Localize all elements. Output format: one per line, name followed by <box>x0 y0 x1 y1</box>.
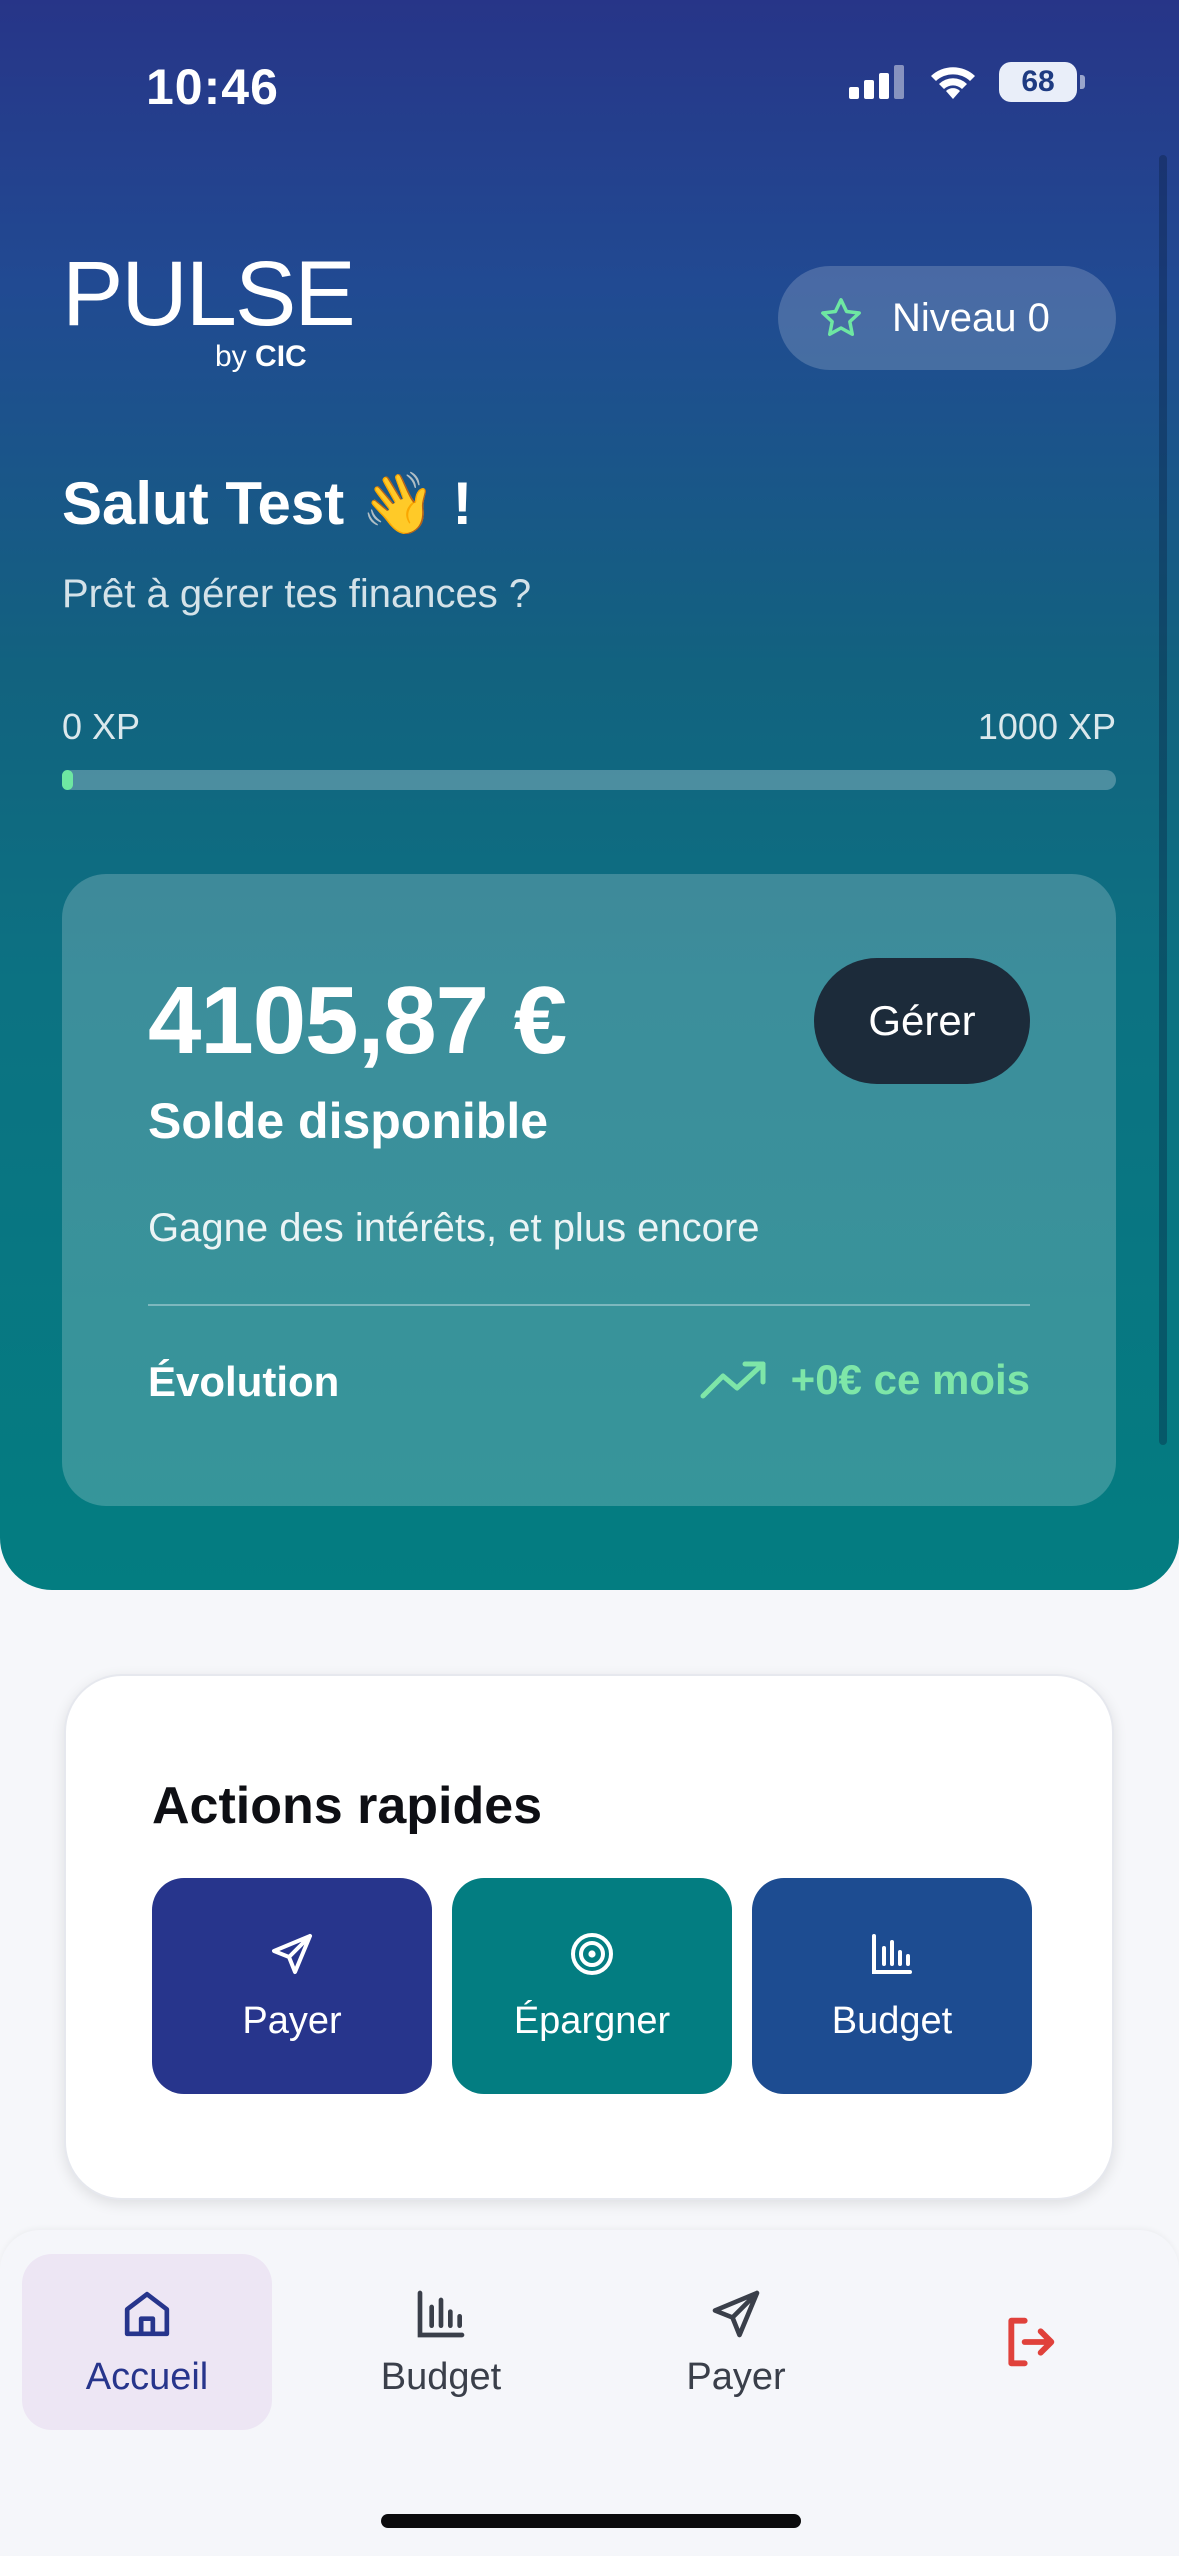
status-icons: 68 <box>849 62 1085 102</box>
evolution-amount: +0€ ce mois <box>790 1356 1030 1403</box>
home-indicator[interactable] <box>381 2514 801 2528</box>
xp-progress-fill <box>62 770 73 790</box>
nav-item-budget[interactable]: Budget <box>316 2254 566 2430</box>
manage-button[interactable]: Gérer <box>814 958 1030 1084</box>
promo-text: Gagne des intérêts, et plus encore <box>148 1206 760 1250</box>
star-icon <box>821 298 861 337</box>
nav-pay-label: Payer <box>686 2355 786 2398</box>
bar-chart-icon <box>417 2290 465 2337</box>
level-badge[interactable]: Niveau 0 <box>778 266 1116 370</box>
save-action-label: Épargner <box>513 1999 671 2042</box>
battery-icon: 68 <box>999 62 1085 102</box>
wifi-icon <box>931 67 975 99</box>
cellular-signal-icon <box>849 65 904 99</box>
nav-item-pay[interactable]: Payer <box>611 2254 861 2430</box>
nav-budget-label: Budget <box>380 2355 502 2398</box>
bar-chart-icon <box>872 1933 912 1974</box>
logo-brand: CIC <box>255 340 307 373</box>
bottom-nav: Accueil Budget Payer <box>0 2230 1179 2556</box>
app-screen: 10:46 68 PULSE by CIC Niveau 0 Salut Tes… <box>0 0 1179 2556</box>
pulse-logo: PULSE by CIC <box>62 243 356 373</box>
balance-label: Solde disponible <box>148 1093 549 1149</box>
balance-card: 4105,87 € Solde disponible Gérer Gagne d… <box>62 874 1116 1506</box>
pay-action-button[interactable]: Payer <box>152 1878 432 2094</box>
home-icon <box>124 2291 170 2336</box>
xp-max-label: 1000 XP <box>977 706 1116 747</box>
nav-home-label: Accueil <box>85 2355 209 2398</box>
battery-level: 68 <box>1021 65 1055 98</box>
balance-amount: 4105,87 € <box>148 967 567 1074</box>
logo-text: PULSE <box>62 243 356 345</box>
target-icon <box>571 1932 613 1975</box>
scrollbar[interactable] <box>1159 155 1167 1445</box>
quick-actions-title: Actions rapides <box>152 1777 543 1835</box>
evolution-value: +0€ ce mois <box>699 1356 1030 1404</box>
logo-by: by <box>215 340 247 373</box>
nav-item-home[interactable]: Accueil <box>22 2254 272 2430</box>
xp-progress-bar <box>62 770 1116 790</box>
logo-subtext: by CIC <box>215 340 307 374</box>
card-divider <box>148 1304 1030 1306</box>
logout-icon <box>1008 2317 1055 2367</box>
send-icon <box>712 2290 760 2337</box>
trending-up-icon <box>700 1361 766 1399</box>
greeting-title: Salut Test 👋 ! <box>62 470 473 537</box>
xp-min-label: 0 XP <box>62 706 141 747</box>
greeting-subtitle: Prêt à gérer tes finances ? <box>62 572 532 616</box>
send-icon <box>272 1933 312 1974</box>
level-label: Niveau 0 <box>892 295 1050 340</box>
nav-item-logout[interactable] <box>905 2254 1155 2430</box>
save-action-button[interactable]: Épargner <box>452 1878 732 2094</box>
quick-actions-card: Actions rapides Payer Épargner Budget <box>64 1674 1114 2200</box>
budget-action-label: Budget <box>831 1999 953 2042</box>
pay-action-label: Payer <box>242 1999 342 2042</box>
evolution-label: Évolution <box>148 1358 340 1405</box>
budget-action-button[interactable]: Budget <box>752 1878 1032 2094</box>
status-time: 10:46 <box>146 59 279 115</box>
